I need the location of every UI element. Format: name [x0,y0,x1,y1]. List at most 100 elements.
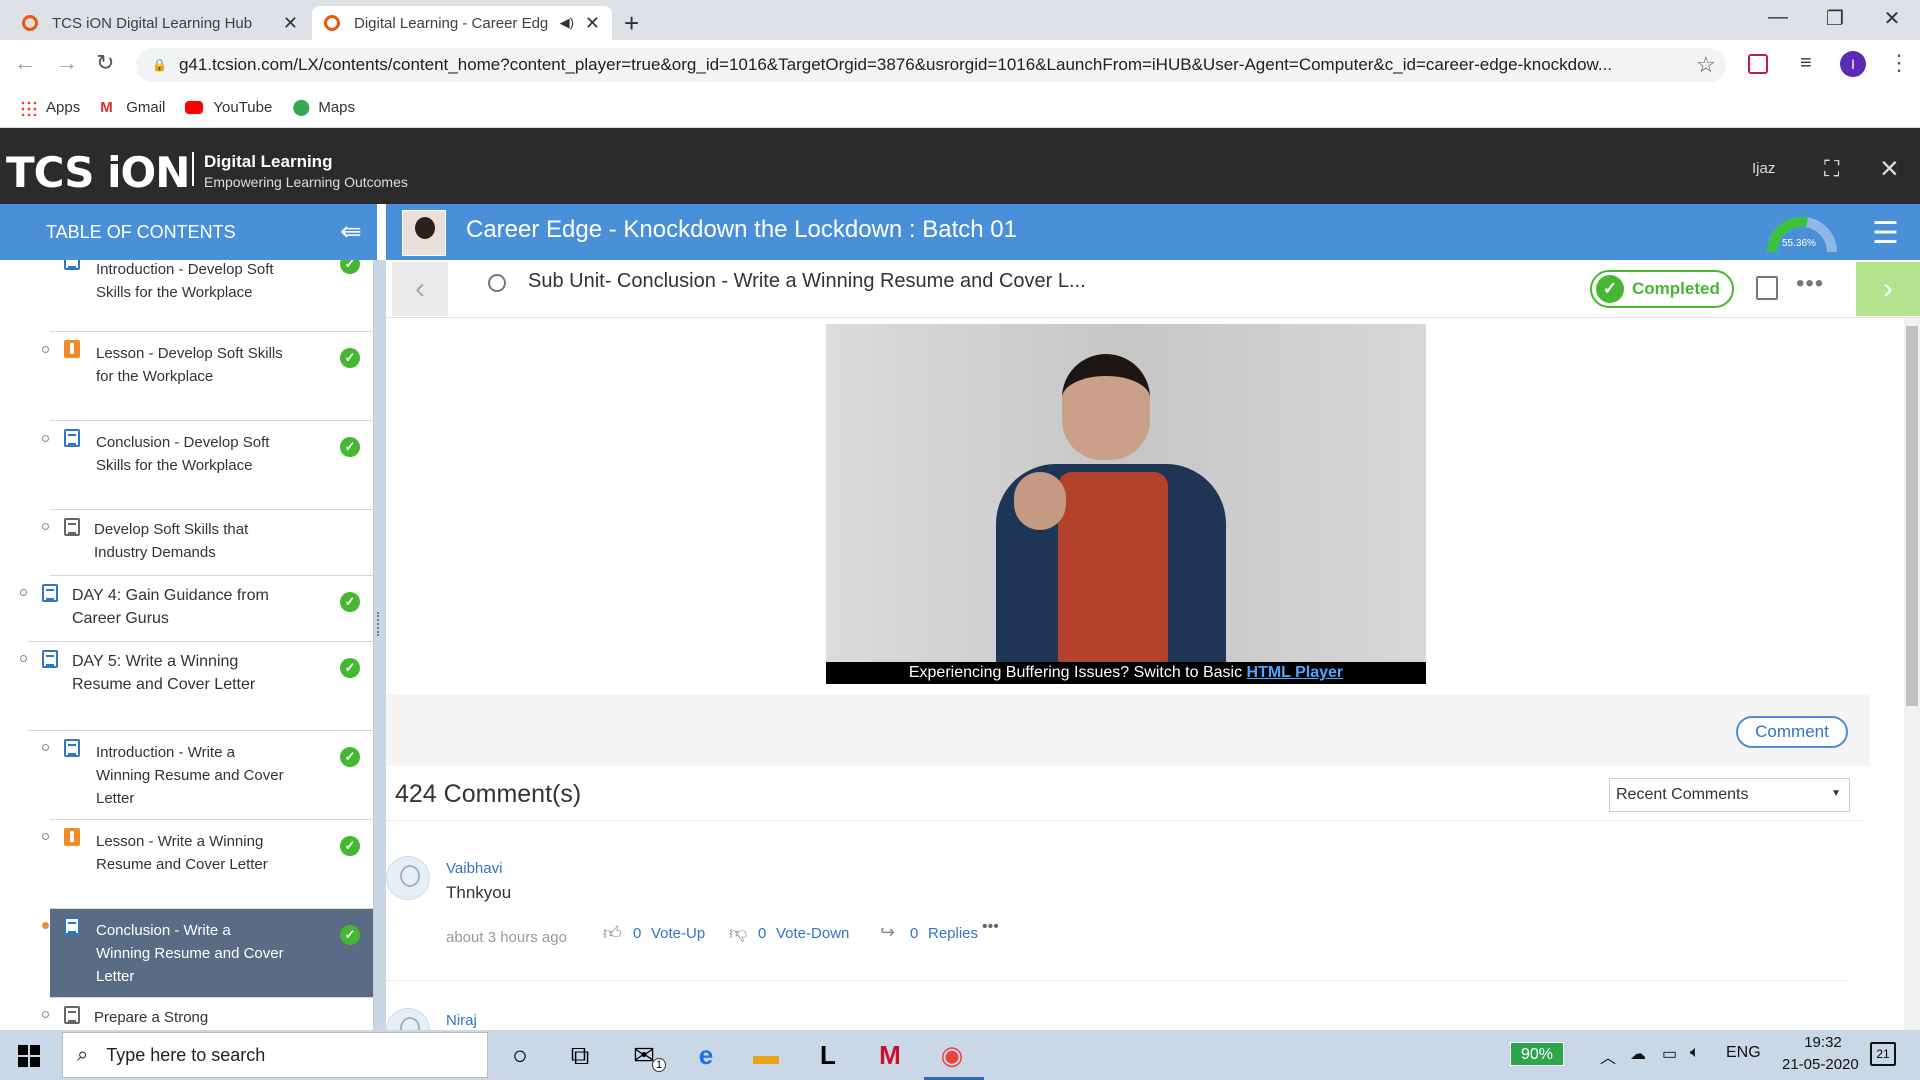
bookmarks-bar: Apps M Gmail YouTube ⬤ Maps [0,88,1920,128]
fullscreen-icon[interactable]: ⛶ [1824,156,1839,182]
toc-item[interactable]: Introduction - Write a Winning Resume an… [50,731,373,820]
show-hidden-icons-icon[interactable]: ︿ [1600,1044,1616,1068]
mcafee-icon[interactable]: M [870,1040,910,1071]
reply-share-icon[interactable]: ↪ [880,922,895,943]
toc-item[interactable]: Conclusion - Develop Soft Skills for the… [50,421,373,510]
clock-date[interactable]: 21-05-2020 [1782,1056,1859,1073]
url-text: g41.tcsion.com/LX/contents/content_home?… [178,55,1613,74]
user-name[interactable]: Ijaz [1752,160,1775,177]
bookmark-apps[interactable]: Apps [20,99,80,116]
html-player-link[interactable]: HTML Player [1247,664,1344,681]
toc-item[interactable]: Develop Soft Skills that Industry Demand… [50,510,373,576]
minimize-icon[interactable]: — [1758,6,1798,29]
close-player-icon[interactable]: × [1880,150,1899,187]
notification-center-icon[interactable]: 21 [1870,1042,1896,1066]
bookmark-star-icon[interactable]: ☆ [1696,52,1716,78]
close-window-icon[interactable]: ✕ [1872,6,1912,31]
close-tab-icon[interactable]: ✕ [585,13,600,34]
battery-indicator[interactable]: 90% [1510,1042,1564,1066]
toc-item-selected[interactable]: Conclusion - Write a Winning Resume and … [50,909,373,998]
volume-icon[interactable]: 🔈︎ [1690,1044,1700,1062]
profile-avatar[interactable]: I [1840,51,1866,77]
dropdown-arrow-icon: ▼ [1831,788,1841,799]
upvote-count: 0 [633,925,642,942]
onedrive-cloud-icon[interactable]: ☁ [1630,1044,1646,1064]
bookmark-youtube[interactable]: YouTube [185,99,272,116]
chrome-icon[interactable]: ◉ [932,1040,972,1071]
taskbar-search[interactable]: ⌕ Type here to search [62,1032,488,1078]
restore-icon[interactable]: ❐ [1815,6,1855,31]
browser-tab-digital-learning[interactable]: Digital Learning - Career Edg ◀) ✕ [312,6,612,40]
media-control-icon[interactable]: ≡ [1800,52,1812,75]
comment-timestamp: about 3 hours ago [446,929,567,946]
hamburger-menu-icon[interactable]: ☰ [1872,216,1899,251]
commenter-name[interactable]: Niraj [446,1012,477,1029]
app-header: TCS iON Digital Learning Empowering Lear… [0,128,1920,204]
audio-playing-icon[interactable]: ◀) [560,15,574,31]
collapse-toc-icon[interactable]: ⇚ [340,216,362,247]
thumbs-up-icon[interactable]: 👍︎ [603,922,622,944]
comment-sort-select[interactable]: Recent Comments ▼ [1609,778,1850,812]
browser-tab-hub[interactable]: TCS iON Digital Learning Hub ✕ [10,6,310,40]
previous-unit-button[interactable]: ‹ [392,262,448,316]
next-unit-button[interactable]: › [1856,262,1920,316]
extension-icon[interactable] [1748,54,1768,74]
toc-item[interactable]: DAY 5: Write a Winning Resume and Cover … [28,642,373,731]
close-tab-icon[interactable]: ✕ [283,13,298,34]
toc-item[interactable]: Prepare a Strong [50,998,373,1030]
toc-item[interactable]: DAY 4: Gain Guidance from Career Gurus ✓ [28,576,373,642]
video-player[interactable] [826,324,1426,662]
toc-bullet [42,833,49,840]
document-icon [64,917,80,935]
vote-down-link[interactable]: Vote-Down [776,925,849,942]
language-indicator[interactable]: ENG [1726,1044,1761,1062]
commenter-name[interactable]: Vaibhavi [446,860,502,877]
toc-scrollbar[interactable] [374,260,386,1030]
sidebar-resize-handle[interactable] [377,612,381,636]
more-options-icon[interactable]: ••• [1796,270,1824,298]
windows-start-icon[interactable] [18,1045,40,1067]
toc-current-bullet [42,922,49,929]
replies-link[interactable]: Replies [928,925,978,942]
logo-divider [192,152,194,186]
browser-menu-icon[interactable]: ⋮ [1888,50,1910,76]
task-view-icon[interactable]: ⧉ [560,1040,600,1072]
document-icon [64,739,80,757]
completed-check-icon: ✓ [340,925,360,945]
content-scrollbar-thumb[interactable] [1906,326,1918,706]
buffering-notice: Experiencing Buffering Issues? Switch to… [826,662,1426,684]
completed-check-icon: ✓ [340,348,360,368]
toc-item[interactable]: Lesson - Write a Winning Resume and Cove… [50,820,373,909]
forward-icon[interactable]: → [56,50,78,76]
completed-check-icon: ✓ [340,437,360,457]
completed-label: Completed [1632,279,1720,298]
back-icon[interactable]: ← [14,50,36,76]
add-note-icon[interactable] [1756,276,1778,300]
toc-item[interactable]: Lesson - Develop Soft Skills for the Wor… [50,332,373,421]
app-l-icon[interactable]: L [808,1040,848,1071]
list-icon [64,518,80,536]
toc-sidebar: Introduction - Develop Soft Skills for t… [0,260,374,1030]
comment-more-icon[interactable]: ••• [982,918,999,936]
completed-check-icon: ✓ [340,260,360,274]
clock-time[interactable]: 19:32 [1790,1034,1856,1051]
bookmark-gmail[interactable]: M Gmail [100,99,165,116]
new-tab-icon[interactable]: + [624,8,639,39]
tcs-favicon-icon [22,15,38,31]
bookmark-maps[interactable]: ⬤ Maps [292,99,355,116]
vote-up-link[interactable]: Vote-Up [651,925,705,942]
app-subtitle: Empowering Learning Outcomes [204,174,408,190]
video-frame-figure [1062,354,1150,460]
thumbs-down-icon[interactable]: 👎︎ [729,922,747,944]
battery-icon[interactable]: ▭ [1662,1044,1677,1064]
document-icon [64,429,80,447]
lesson-icon [64,340,80,358]
cortana-icon[interactable]: ○ [500,1040,540,1071]
comment-button[interactable]: Comment [1736,716,1848,748]
toc-bullet [42,523,49,530]
edge-icon[interactable]: e [686,1040,726,1071]
reload-icon[interactable]: ↻ [96,50,114,76]
file-explorer-icon[interactable]: ▬ [746,1040,786,1071]
url-bar[interactable]: 🔒 g41.tcsion.com/LX/contents/content_hom… [136,48,1726,82]
toc-item[interactable]: Introduction - Develop Soft Skills for t… [50,260,373,332]
